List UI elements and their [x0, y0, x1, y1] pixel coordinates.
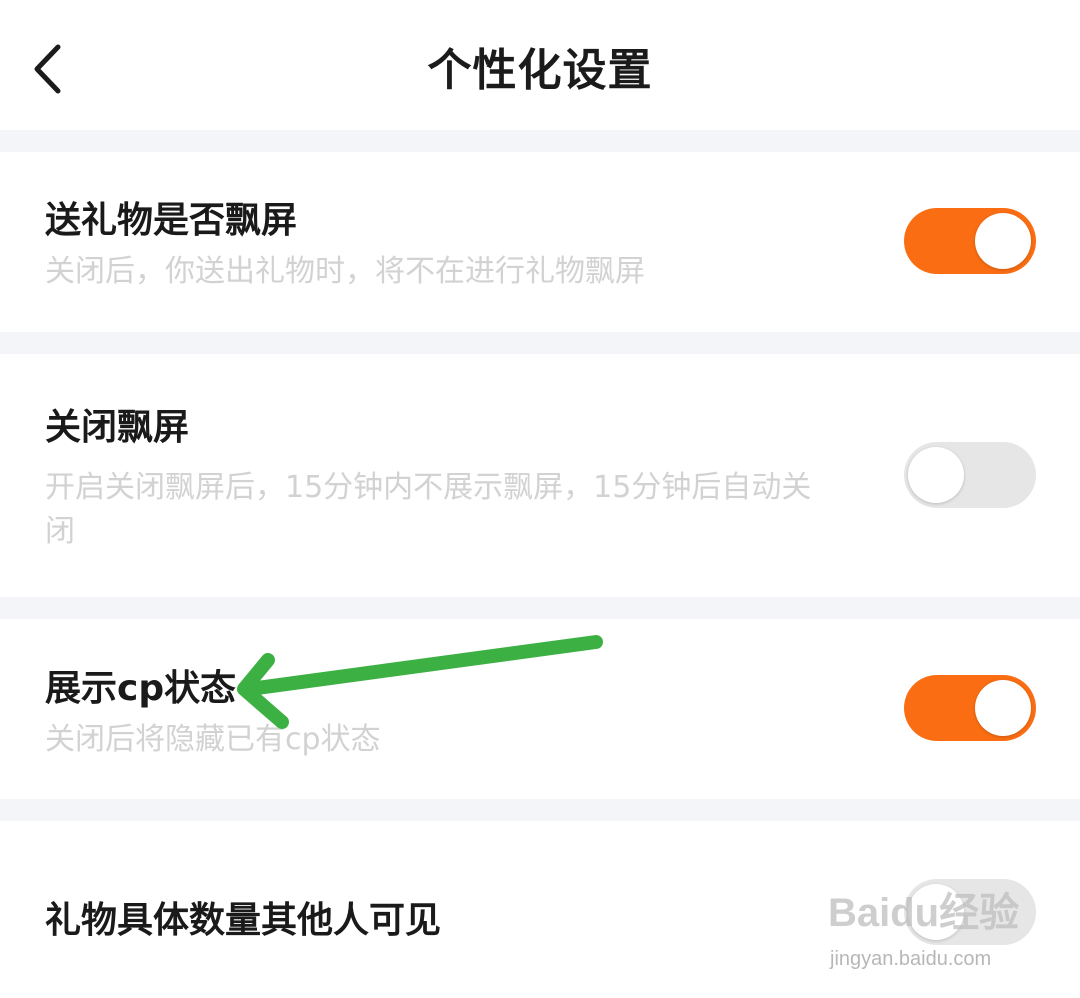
- section-divider: [0, 597, 1080, 619]
- header: 个性化设置: [0, 0, 1080, 130]
- setting-description: 关闭后将隐藏已有cp状态: [45, 722, 381, 757]
- setting-row-close-float: 关闭飘屏 开启关闭飘屏后，15分钟内不展示飘屏，15分钟后自动关闭: [0, 354, 1080, 597]
- setting-title: 礼物具体数量其他人可见: [45, 900, 442, 941]
- watermark-url: jingyan.baidu.com: [830, 948, 992, 970]
- section-divider: [0, 130, 1080, 152]
- close-float-toggle[interactable]: [904, 442, 1036, 508]
- section-divider: [0, 799, 1080, 821]
- setting-row-show-cp: 展示cp状态 关闭后将隐藏已有cp状态: [0, 619, 1080, 799]
- section-divider: [0, 332, 1080, 354]
- setting-description: 开启关闭飘屏后，15分钟内不展示飘屏，15分钟后自动关闭: [45, 470, 812, 549]
- page-title: 个性化设置: [427, 45, 653, 96]
- toggle-knob: [908, 447, 964, 503]
- setting-title: 送礼物是否飘屏: [45, 200, 298, 241]
- setting-title: 展示cp状态: [45, 668, 237, 709]
- toggle-knob: [975, 213, 1031, 269]
- toggle-knob: [975, 680, 1031, 736]
- watermark: Baidu经验 jingyan.baidu.com: [828, 880, 1028, 980]
- watermark-brand: Baidu经验: [828, 891, 1020, 935]
- gift-float-toggle[interactable]: [904, 208, 1036, 274]
- setting-title: 关闭飘屏: [45, 407, 190, 448]
- setting-row-gift-float: 送礼物是否飘屏 关闭后，你送出礼物时，将不在进行礼物飘屏: [0, 152, 1080, 332]
- setting-description: 关闭后，你送出礼物时，将不在进行礼物飘屏: [45, 254, 645, 289]
- show-cp-toggle[interactable]: [904, 675, 1036, 741]
